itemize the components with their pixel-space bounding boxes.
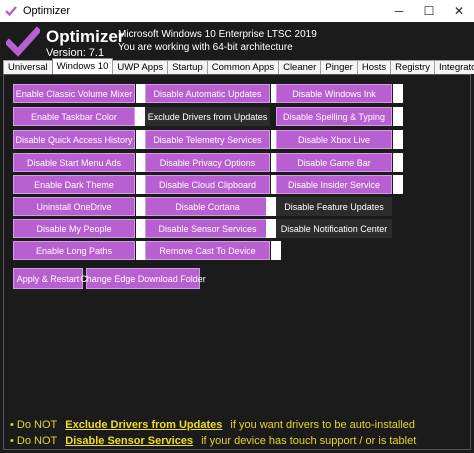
toggle-switch[interactable] xyxy=(271,241,281,260)
checkmark-logo-icon xyxy=(4,26,42,58)
windows10-panel: Enable Classic Volume Mixer Enable Taskba… xyxy=(3,74,471,450)
toggle-disable-cloud-clipboard[interactable]: Disable Cloud Clipboard xyxy=(145,175,270,194)
toggle-uninstall-onedrive[interactable]: Uninstall OneDrive xyxy=(13,197,135,216)
toggle-switch[interactable] xyxy=(266,197,276,216)
tab-startup[interactable]: Startup xyxy=(167,60,208,74)
note-link[interactable]: Disable Sensor Services xyxy=(65,435,193,447)
toggle-disable-cortana[interactable]: Disable Cortana xyxy=(145,197,270,216)
optimizer-window: Optimizer ─ ☐ ✕ Optimizer Version: 7.1 M… xyxy=(0,0,474,453)
os-info: Microsoft Windows 10 Enterprise LTSC 201… xyxy=(118,29,317,40)
note-bullet: • xyxy=(10,435,14,447)
tab-registry[interactable]: Registry xyxy=(390,60,435,74)
tab-pinger[interactable]: Pinger xyxy=(320,60,358,74)
toggle-disable-quick-access-history[interactable]: Disable Quick Access History xyxy=(13,130,135,149)
tab-hosts[interactable]: Hosts xyxy=(356,60,392,74)
toggle-enable-dark-theme[interactable]: Enable Dark Theme xyxy=(13,175,135,194)
arch-info: You are working with 64-bit architecture xyxy=(118,42,293,53)
toggle-exclude-drivers-from-updates[interactable]: Exclude Drivers from Updates xyxy=(145,107,270,126)
tab-common-apps[interactable]: Common Apps xyxy=(206,60,280,74)
tab-uwp-apps[interactable]: UWP Apps xyxy=(112,60,169,74)
toggle-disable-insider-service[interactable]: Disable Insider Service xyxy=(276,175,392,194)
toggle-disable-spelling-and-typing[interactable]: Disable Spelling & Typing xyxy=(276,107,392,126)
toggle-enable-taskbar-color[interactable]: Enable Taskbar Color xyxy=(13,107,135,126)
note-prefix: Do NOT xyxy=(16,419,58,431)
note-text: if your device has touch support / or is… xyxy=(201,435,417,447)
window-title: Optimizer xyxy=(23,5,71,17)
tab-universal[interactable]: Universal xyxy=(3,60,53,74)
toggle-disable-windows-ink[interactable]: Disable Windows Ink xyxy=(276,84,392,103)
note-link[interactable]: Exclude Drivers from Updates xyxy=(65,419,222,431)
toggle-switch[interactable] xyxy=(393,175,403,194)
tab-strip: Universal Windows 10 UWP Apps Startup Common… xyxy=(3,58,474,74)
toggle-switch[interactable] xyxy=(393,153,403,172)
toggle-disable-feature-updates[interactable]: Disable Feature Updates xyxy=(276,197,392,216)
toggle-enable-classic-volume-mixer[interactable]: Enable Classic Volume Mixer xyxy=(13,84,135,103)
toggle-remove-cast-to-device[interactable]: Remove Cast To Device xyxy=(145,241,270,260)
toggle-disable-xbox-live[interactable]: Disable Xbox Live xyxy=(276,130,392,149)
toggle-enable-long-paths[interactable]: Enable Long Paths xyxy=(13,241,135,260)
app-name: Optimizer xyxy=(46,27,125,46)
change-edge-download-folder-button[interactable]: Change Edge Download Folder xyxy=(80,268,206,289)
toggle-switch[interactable] xyxy=(393,84,403,103)
toggle-switch[interactable] xyxy=(135,107,145,126)
toggle-disable-start-menu-ads[interactable]: Disable Start Menu Ads xyxy=(13,153,135,172)
note-text: if you want drivers to be auto-installed xyxy=(230,419,416,431)
toggle-disable-my-people[interactable]: Disable My People xyxy=(13,219,135,238)
maximize-button[interactable]: ☐ xyxy=(414,0,444,22)
toggle-disable-game-bar[interactable]: Disable Game Bar xyxy=(276,153,392,172)
apply-restart-button[interactable]: Apply & Restart xyxy=(13,268,83,289)
minimize-button[interactable]: ─ xyxy=(384,0,414,22)
toggle-disable-automatic-updates[interactable]: Disable Automatic Updates xyxy=(145,84,270,103)
toggle-disable-sensor-services[interactable]: Disable Sensor Services xyxy=(145,219,270,238)
toggle-disable-privacy-options[interactable]: Disable Privacy Options xyxy=(145,153,270,172)
tab-cleaner[interactable]: Cleaner xyxy=(278,60,322,74)
toggle-switch[interactable] xyxy=(266,219,276,238)
title-bar: Optimizer ─ ☐ ✕ xyxy=(0,0,474,23)
warning-note: • Do NOT Disable Sensor Services if your d… xyxy=(10,435,416,447)
toggle-switch[interactable] xyxy=(393,107,403,126)
note-prefix: Do NOT xyxy=(16,435,58,447)
note-bullet: • xyxy=(10,419,14,431)
toggle-switch[interactable] xyxy=(393,130,403,149)
tab-integrator[interactable]: Integrator xyxy=(433,60,474,74)
app-header: Optimizer Version: 7.1 Microsoft Windows… xyxy=(0,22,474,62)
tab-windows-10[interactable]: Windows 10 xyxy=(51,58,114,74)
toggle-disable-telemetry-services[interactable]: Disable Telemetry Services xyxy=(145,130,270,149)
app-check-icon xyxy=(5,5,17,17)
close-button[interactable]: ✕ xyxy=(444,0,474,22)
toggle-disable-notification-center[interactable]: Disable Notification Center xyxy=(276,219,392,238)
warning-note: • Do NOT Exclude Drivers from Updates if y… xyxy=(10,419,415,431)
